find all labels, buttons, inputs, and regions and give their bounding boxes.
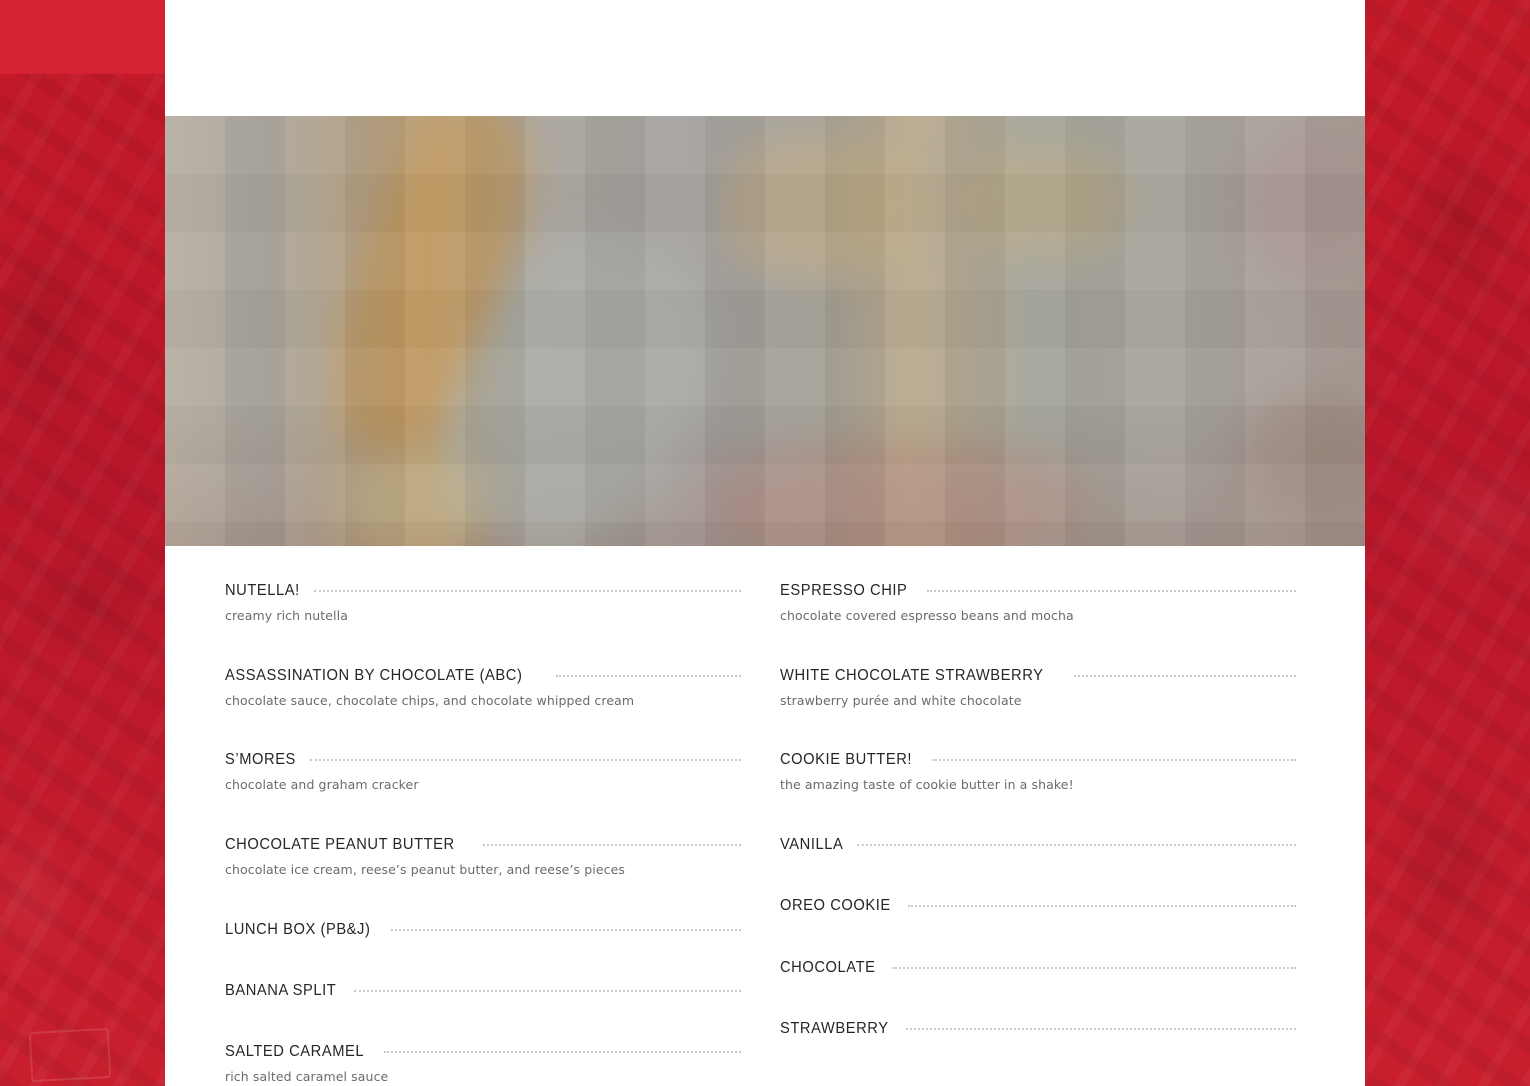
menu-item-description: chocolate ice cream, reese’s peanut butt… xyxy=(225,862,625,877)
menu-item-name: OREO COOKIE xyxy=(780,897,891,914)
dot-leader xyxy=(856,844,1296,846)
dot-leader xyxy=(891,967,1296,969)
left-top-band xyxy=(0,0,165,74)
menu-item: STRAWBERRY xyxy=(780,1017,1296,1041)
menu-item: VANILLA xyxy=(780,833,1296,857)
menu-item-name: CHOCOLATE xyxy=(780,959,876,976)
menu-item-name: SALTED CARAMEL xyxy=(225,1043,365,1060)
menu-item-name: S’MORES xyxy=(225,751,296,768)
hero-image xyxy=(165,116,1365,546)
menu-item: OREO COOKIE xyxy=(780,894,1296,918)
menu-item: LUNCH BOX (PB&J) xyxy=(225,918,741,942)
dot-leader xyxy=(482,844,741,846)
menu-item-description: chocolate and graham cracker xyxy=(225,777,419,792)
dot-leader xyxy=(354,990,741,992)
menu-item: COOKIE BUTTER! the amazing taste of cook… xyxy=(780,748,1296,792)
menu-item-description: chocolate sauce, chocolate chips, and ch… xyxy=(225,693,635,708)
menu-item-name: BANANA SPLIT xyxy=(225,982,337,999)
menu-item-name: COOKIE BUTTER! xyxy=(780,751,913,768)
menu-item: NUTELLA! creamy rich nutella xyxy=(225,579,741,623)
menu-item-description: strawberry purée and white chocolate xyxy=(780,693,1022,708)
menu-item: SALTED CARAMEL rich salted caramel sauce xyxy=(225,1040,741,1084)
background-stamp-graphic xyxy=(28,1027,112,1083)
menu-item: BANANA SPLIT xyxy=(225,979,741,1003)
dot-leader xyxy=(310,759,741,761)
dot-leader xyxy=(931,759,1296,761)
header-area xyxy=(165,0,1365,116)
dot-leader xyxy=(908,905,1296,907)
dot-leader xyxy=(1074,675,1296,677)
menu-item: S’MORES chocolate and graham cracker xyxy=(225,748,741,792)
menu-item-name: ASSASSINATION BY CHOCOLATE (ABC) xyxy=(225,667,523,684)
menu-item-description: the amazing taste of cookie butter in a … xyxy=(780,777,1074,792)
content-page: NUTELLA! creamy rich nutella ASSASSINATI… xyxy=(165,0,1365,1086)
menu-item-name: VANILLA xyxy=(780,836,844,853)
menu-item: WHITE CHOCOLATE STRAWBERRY strawberry pu… xyxy=(780,664,1296,708)
menu-item-description: chocolate covered espresso beans and moc… xyxy=(780,608,1074,623)
menu-item-name: ESPRESSO CHIP xyxy=(780,582,908,599)
menu-item-name: STRAWBERRY xyxy=(780,1020,889,1037)
menu-item-name: LUNCH BOX (PB&J) xyxy=(225,921,371,938)
menu-item-description: creamy rich nutella xyxy=(225,608,348,623)
right-background-texture xyxy=(1365,0,1530,1086)
dot-leader xyxy=(906,1028,1296,1030)
dot-leader xyxy=(556,675,741,677)
menu-item: CHOCOLATE PEANUT BUTTER chocolate ice cr… xyxy=(225,833,741,877)
dot-leader xyxy=(926,590,1296,592)
dot-leader xyxy=(384,1051,741,1053)
menu-item: ASSASSINATION BY CHOCOLATE (ABC) chocola… xyxy=(225,664,741,708)
menu-item: CHOCOLATE xyxy=(780,956,1296,980)
menu-item-description: rich salted caramel sauce xyxy=(225,1069,389,1084)
menu-item-name: CHOCOLATE PEANUT BUTTER xyxy=(225,836,455,853)
dot-leader xyxy=(314,590,741,592)
menu-item-name: WHITE CHOCOLATE STRAWBERRY xyxy=(780,667,1044,684)
left-background-texture xyxy=(0,0,165,1086)
dot-leader xyxy=(391,929,741,931)
menu-item-name: NUTELLA! xyxy=(225,582,300,599)
menu-item: ESPRESSO CHIP chocolate covered espresso… xyxy=(780,579,1296,623)
